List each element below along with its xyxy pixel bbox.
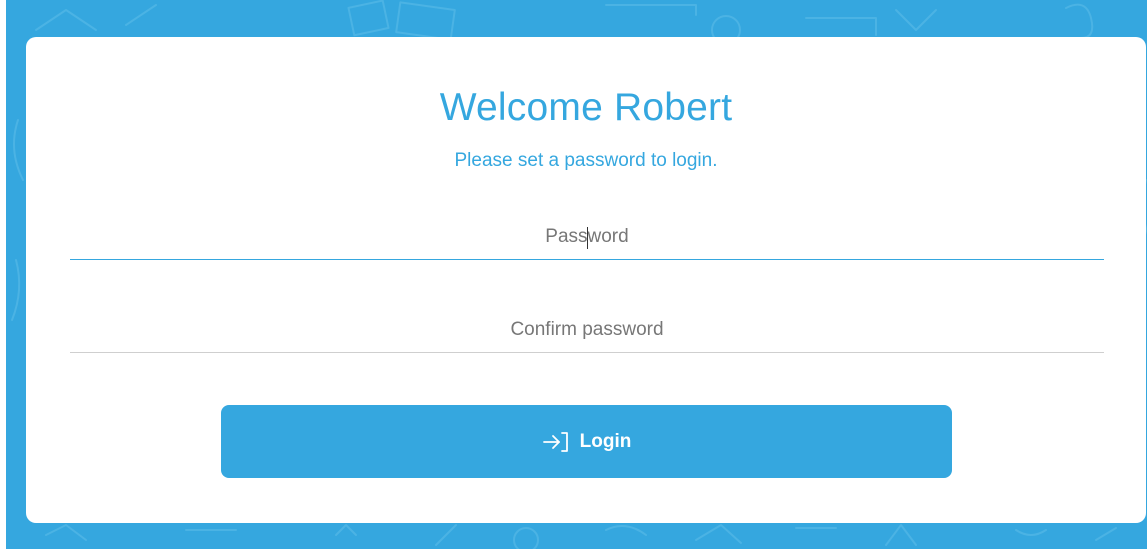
login-button[interactable]: Login	[221, 405, 952, 478]
page-background: Welcome Robert Please set a password to …	[6, 0, 1147, 549]
confirm-password-field	[70, 309, 1104, 353]
text-caret	[587, 227, 588, 249]
confirm-password-underline	[70, 352, 1104, 353]
password-underline	[70, 258, 1104, 260]
login-button-label: Login	[579, 430, 632, 452]
login-card: Welcome Robert Please set a password to …	[26, 37, 1146, 523]
password-field	[70, 216, 1104, 260]
confirm-password-input[interactable]	[70, 309, 1104, 351]
login-arrow-icon	[542, 430, 570, 454]
welcome-title: Welcome Robert	[439, 86, 733, 129]
welcome-subtitle: Please set a password to login.	[454, 150, 718, 171]
